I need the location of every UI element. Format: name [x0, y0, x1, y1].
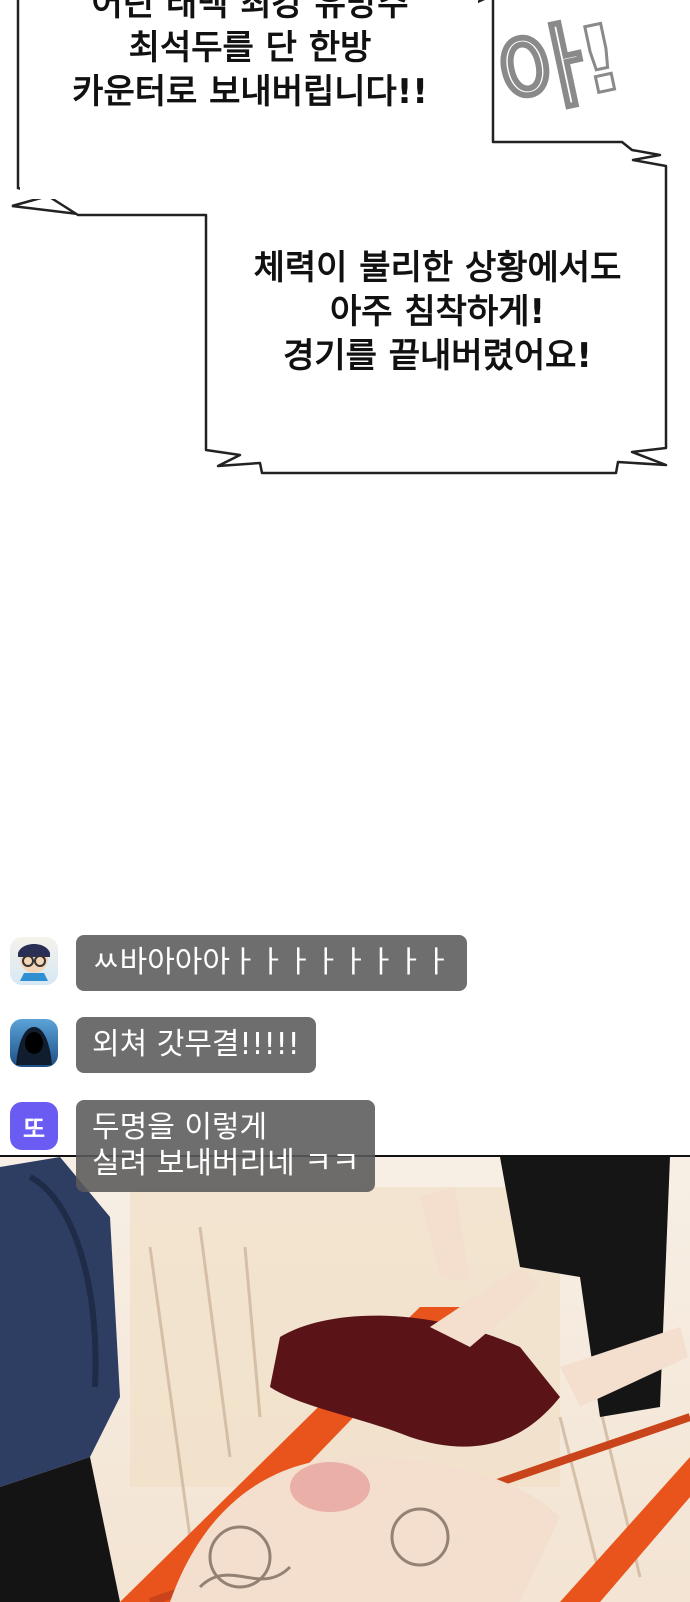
hooded-figure-avatar-icon[interactable]: [10, 1019, 58, 1067]
chat-message-bubble: ㅆ바아아아ㅏㅏㅏㅏㅏㅏㅏㅏ: [76, 935, 467, 991]
chat-message-text: ㅆ바아아아ㅏㅏㅏㅏㅏㅏㅏㅏ: [92, 945, 451, 980]
chat-message-text: 실려 보내버리네 ㅋㅋ: [92, 1146, 360, 1181]
stretcher-scene-illustration: [0, 1157, 690, 1602]
top-bubble-text: 어린 태백 최강 유망주 최석두를 단 한방 카운터로 보내버립니다!!: [30, 0, 470, 114]
chat-message-text: 두명을 이렇게: [92, 1110, 268, 1145]
chat-message-bubble: 외쳐 갓무결!!!!!: [76, 1017, 316, 1073]
bubble-line: 체력이 불리한 상황에서도: [253, 248, 622, 288]
chat-message-text: 외쳐 갓무결!!!!!: [92, 1027, 300, 1062]
bubble-line: 카운터로 보내버립니다!!: [72, 72, 428, 112]
chat-message-row: 또 두명을 이렇게 실려 보내버리네 ㅋㅋ: [10, 1100, 376, 1192]
bubble-line: 경기를 끝내버렸어요!: [283, 336, 592, 376]
character-avatar-icon[interactable]: [10, 937, 58, 985]
bubble-line: 어린 태백 최강 유망주: [91, 0, 409, 24]
chat-message-row: 외쳐 갓무결!!!!!: [10, 1017, 316, 1073]
chat-message-bubble: 두명을 이렇게 실려 보내버리네 ㅋㅋ: [76, 1100, 376, 1192]
letter-avatar[interactable]: 또: [10, 1102, 58, 1150]
comic-panel-stretcher-scene: [0, 1155, 690, 1602]
bubble-line: 최석두를 단 한방: [128, 28, 372, 68]
chat-message-row: ㅆ바아아아ㅏㅏㅏㅏㅏㅏㅏㅏ: [10, 935, 467, 991]
bubble-line: 아주 침착하게!: [329, 292, 546, 332]
middle-bubble-text: 체력이 불리한 상황에서도 아주 침착하게! 경기를 끝내버렸어요!: [215, 246, 660, 378]
